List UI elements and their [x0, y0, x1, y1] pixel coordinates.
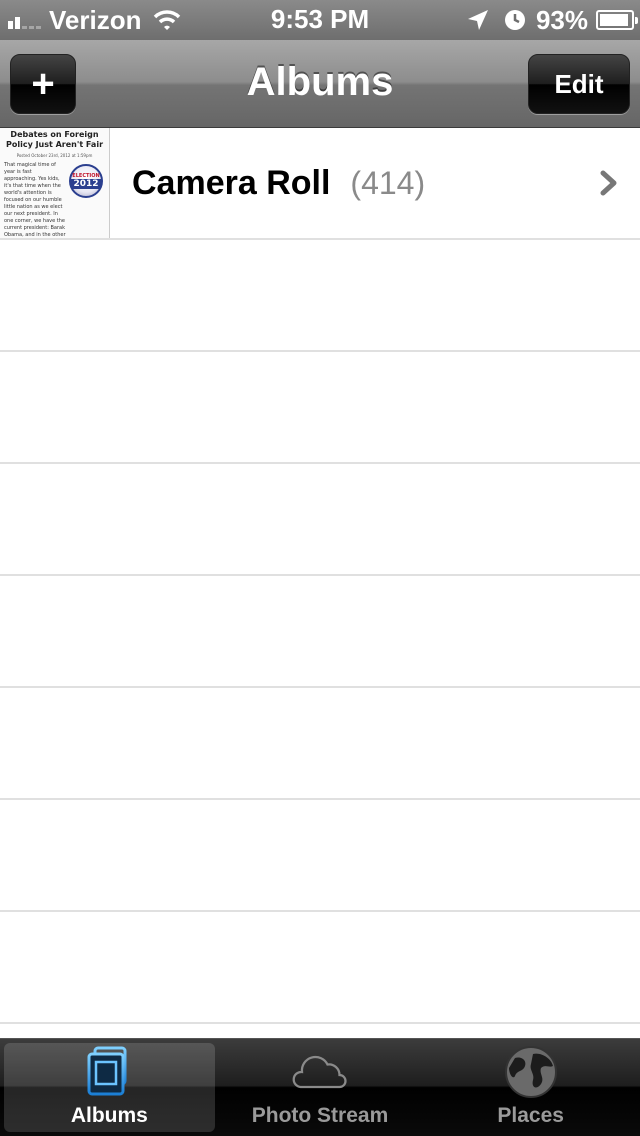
tab-photo-stream[interactable]: Photo Stream	[215, 1043, 426, 1132]
empty-row	[0, 1024, 640, 1038]
empty-row	[0, 240, 640, 352]
status-bar: Verizon 9:53 PM 93%	[0, 0, 640, 40]
albums-list: Debates on Foreign Policy Just Aren't Fa…	[0, 128, 640, 1038]
album-row-camera-roll[interactable]: Debates on Foreign Policy Just Aren't Fa…	[0, 128, 640, 240]
globe-icon	[504, 1046, 557, 1098]
album-thumbnail: Debates on Foreign Policy Just Aren't Fa…	[0, 128, 110, 238]
empty-row	[0, 800, 640, 912]
alarm-clock-icon	[504, 10, 525, 30]
tab-label: Photo Stream	[251, 1104, 389, 1127]
battery-icon	[596, 10, 638, 30]
empty-row	[0, 912, 640, 1024]
location-arrow-icon	[467, 10, 488, 30]
chevron-right-icon	[600, 170, 617, 196]
empty-row	[0, 464, 640, 576]
empty-row	[0, 688, 640, 800]
election-badge-icon: ELECTION 2012	[69, 164, 103, 198]
empty-row	[0, 576, 640, 688]
tab-label: Places	[497, 1104, 564, 1127]
albums-icon	[87, 1046, 127, 1096]
status-right: 93%	[466, 0, 638, 40]
album-count: (414)	[350, 164, 426, 201]
empty-row	[0, 352, 640, 464]
thumbnail-headline: Debates on Foreign Policy Just Aren't Fa…	[5, 130, 104, 149]
badge-year: 2012	[71, 179, 101, 189]
album-name: Camera Roll	[132, 163, 331, 202]
tab-bar: Albums Photo Stream Places	[0, 1038, 640, 1136]
cloud-icon	[292, 1055, 347, 1089]
edit-button[interactable]: Edit	[528, 54, 630, 114]
tab-label: Albums	[70, 1104, 148, 1127]
thumbnail-article-text: That magical time of year is fast approa…	[4, 162, 66, 238]
tab-albums[interactable]: Albums	[4, 1043, 215, 1132]
navigation-bar: + Albums Edit	[0, 40, 640, 128]
battery-percent: 93%	[535, 4, 588, 35]
tab-places[interactable]: Places	[425, 1043, 636, 1132]
thumbnail-post-date: Posted October 23rd, 2012 at 1:59pm	[16, 153, 93, 158]
